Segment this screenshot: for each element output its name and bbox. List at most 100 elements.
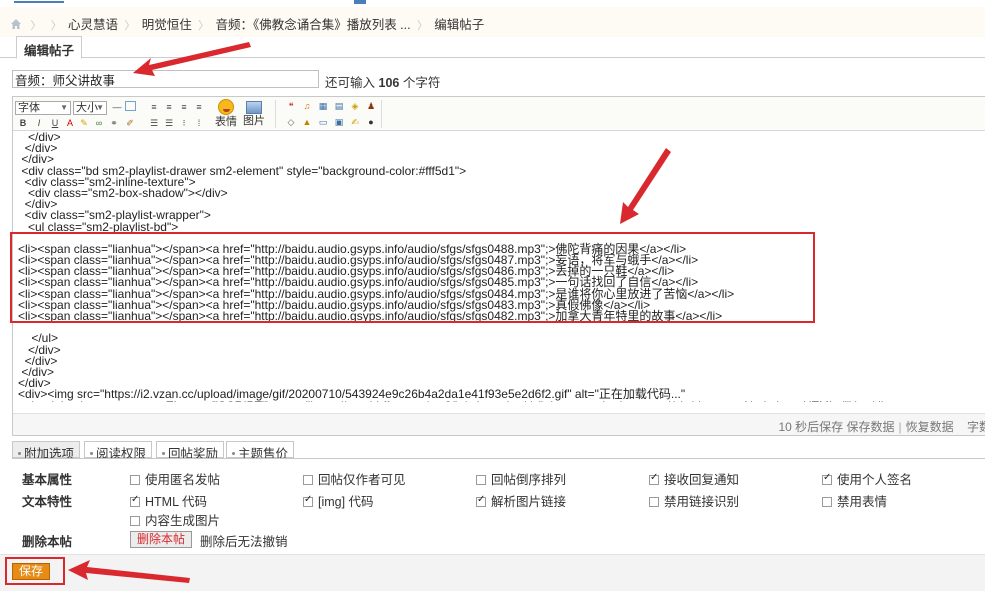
autosave-countdown: 10 秒后保存 — [778, 420, 844, 434]
breadcrumb-separator: 〉 — [50, 20, 62, 32]
checkbox[interactable] — [130, 516, 140, 526]
option-basic-3[interactable]: 接收回复通知 — [649, 469, 739, 488]
italic-icon[interactable]: I — [33, 117, 45, 129]
emoji-button-label: 表情 — [215, 116, 237, 128]
image-icon — [246, 101, 262, 114]
breadcrumb-separator: 〉 — [30, 20, 42, 32]
option-label: 回帖倒序排列 — [491, 473, 567, 487]
format-painter-icon[interactable]: ✐ — [124, 117, 136, 129]
code-line: </ul> — [18, 331, 59, 346]
option-text-1[interactable]: [img] 代码 — [303, 491, 374, 510]
option-basic-4[interactable]: 使用个人签名 — [822, 469, 912, 488]
lock-icon[interactable]: ▲ — [301, 116, 313, 128]
unordered-list-icon[interactable]: ⁞ — [193, 117, 205, 129]
editor-toolbar: 字体 ▼ 大小 ▼ — ≡ ≡ ≡ ≡ B I U A ✎ ∞ ⚭ ✐ ☰ ☰ ⁝ … — [13, 97, 985, 131]
delete-post-button[interactable]: 删除本帖 — [130, 531, 193, 548]
font-family-select[interactable]: 字体 ▼ — [15, 101, 71, 115]
delete-hint: 删除后无法撤销 — [200, 535, 288, 549]
text-color-icon[interactable]: A — [64, 117, 76, 129]
ordered-list-icon[interactable]: ⁝ — [178, 117, 190, 129]
breadcrumb-separator: 〉 — [124, 20, 136, 32]
image-button[interactable]: 图片 — [241, 99, 267, 129]
option-text-0[interactable]: HTML 代码 — [130, 491, 207, 510]
free-icon[interactable]: ◈ — [349, 100, 361, 112]
checkbox[interactable] — [649, 472, 659, 485]
tab-thread-price[interactable]: 主题售价 — [226, 441, 295, 461]
breadcrumb-forum[interactable]: 心灵慧语 — [68, 18, 118, 32]
emoji-button[interactable]: 表情 — [215, 99, 237, 129]
flash-icon[interactable]: ▣ — [333, 116, 345, 128]
option-text-3[interactable]: 禁用链接识别 — [649, 491, 739, 510]
horizontal-rule-icon[interactable]: — — [111, 101, 123, 113]
highlight-icon[interactable]: ✎ — [78, 117, 90, 129]
tab-reply-reward[interactable]: 回帖奖励 — [156, 441, 225, 461]
align-left-icon[interactable]: ≡ — [148, 101, 160, 113]
code-line: <div class="sm2-box-shadow"></div> — [18, 185, 228, 200]
tab-edit-post[interactable]: 编辑帖子 — [16, 36, 83, 59]
hide-icon[interactable]: ♟ — [365, 100, 377, 112]
settings-icon[interactable]: ● — [365, 116, 377, 128]
top-search-button-fragment[interactable] — [354, 0, 366, 4]
table-icon[interactable]: ▦ — [317, 100, 329, 112]
annotation-arrow-code — [620, 148, 671, 224]
image-button-label: 图片 — [243, 115, 265, 127]
checkbox[interactable] — [476, 494, 486, 507]
save-data-link[interactable]: 保存数据 — [846, 420, 894, 434]
underline-icon[interactable]: U — [49, 117, 61, 129]
checkbox[interactable] — [130, 475, 140, 485]
breadcrumb-subforum[interactable]: 明觉恒住 — [142, 18, 192, 32]
attachment-icon[interactable]: ▤ — [333, 100, 345, 112]
option-tabs: 附加选项 阅读权限 回帖奖励 主题售价 — [12, 441, 985, 461]
option-basic-1[interactable]: 回帖仅作者可见 — [303, 469, 406, 488]
option-content-to-image[interactable]: 内容生成图片 — [130, 510, 220, 529]
editor-footer: 10 秒后保存 保存数据 | 恢复数据 字数 — [13, 413, 985, 435]
indent-icon[interactable]: ☰ — [148, 117, 160, 129]
code-line: </div> — [18, 364, 55, 379]
outdent-icon[interactable]: ☰ — [163, 117, 175, 129]
tab-extra-options[interactable]: 附加选项 — [12, 441, 81, 461]
checkbox[interactable] — [303, 475, 313, 485]
breadcrumb: 〉 〉 心灵慧语 〉 明觉恒住 〉 音频：《佛教念诵合集》播放列表 ... 〉 … — [0, 7, 985, 37]
checkbox[interactable] — [649, 497, 659, 507]
option-label: 使用个人签名 — [837, 473, 913, 487]
option-basic-0[interactable]: 使用匿名发帖 — [130, 469, 220, 488]
checkbox[interactable] — [476, 475, 486, 485]
option-text-2[interactable]: 解析图片链接 — [476, 491, 566, 510]
video-icon[interactable]: ▭ — [317, 116, 329, 128]
restore-data-link[interactable]: 恢复数据 — [906, 420, 954, 434]
breadcrumb-thread[interactable]: 音频：《佛教念诵合集》播放列表 ... — [215, 18, 410, 32]
checkbox[interactable] — [822, 497, 832, 507]
option-basic-2[interactable]: 回帖倒序排列 — [476, 469, 566, 488]
align-right-icon[interactable]: ≡ — [178, 101, 190, 113]
quote-icon[interactable]: ❝ — [285, 100, 297, 112]
options-panel: 基本属性 文本特性 删除本帖 使用匿名发帖 回帖仅作者可见 回帖倒序排列 接收回复通知… — [12, 458, 985, 554]
chevron-down-icon: ▼ — [60, 103, 68, 112]
annotation-arrow-save — [68, 560, 190, 583]
text-attributes-label: 文本特性 — [22, 495, 73, 509]
option-content-to-image-label: 内容生成图片 — [145, 514, 221, 528]
align-center-icon[interactable]: ≡ — [163, 101, 175, 113]
subject-hint: 还可输入 106 个字符 — [325, 72, 440, 91]
checkbox[interactable] — [822, 472, 832, 485]
link-icon[interactable]: ∞ — [93, 117, 105, 129]
align-justify-icon[interactable]: ≡ — [193, 101, 205, 113]
checkbox[interactable] — [130, 494, 140, 507]
toolbar-divider — [275, 100, 276, 128]
music-icon[interactable]: ♫ — [301, 100, 313, 112]
unlink-icon[interactable]: ⚭ — [108, 117, 120, 129]
word-count-link[interactable]: 字数 — [967, 420, 985, 434]
bold-icon[interactable]: B — [17, 117, 29, 129]
delete-post-label: 删除本帖 — [22, 535, 73, 549]
tab-read-permission[interactable]: 阅读权限 — [84, 441, 153, 461]
box-icon[interactable] — [125, 101, 136, 111]
sign-icon[interactable]: ✍ — [349, 116, 361, 128]
highlight-box-save — [5, 557, 65, 585]
code-line: </div> — [18, 141, 58, 156]
subject-hint-suffix: 个字符 — [402, 76, 441, 90]
home-icon[interactable] — [10, 18, 22, 30]
code-icon[interactable]: ◇ — [285, 116, 297, 128]
font-size-select[interactable]: 大小 ▼ — [73, 101, 107, 115]
checkbox[interactable] — [303, 494, 313, 507]
option-text-4[interactable]: 禁用表情 — [822, 491, 887, 510]
